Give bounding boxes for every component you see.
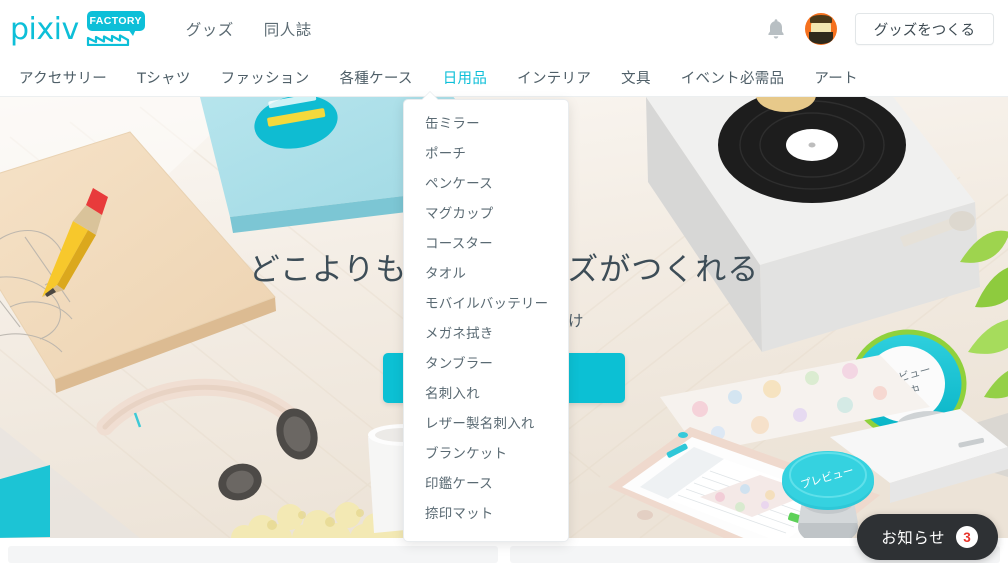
notice-pill[interactable]: お知らせ 3 — [857, 514, 998, 560]
dropdown-item-pen-case[interactable]: ペンケース — [404, 169, 568, 199]
page-root: pixiv FACTORY グッズ 同人誌 グッズをつくる アクセサリー Tシャ… — [0, 0, 1008, 563]
dropdown-item-mug-cup[interactable]: マグカップ — [404, 199, 568, 229]
notice-count-badge: 3 — [956, 526, 978, 548]
header-nav-goods[interactable]: グッズ — [186, 18, 234, 40]
dropdown-item-pouch[interactable]: ポーチ — [404, 139, 568, 169]
category-interior[interactable]: インテリア — [502, 67, 606, 88]
factory-building-icon — [86, 34, 129, 46]
dropdown-item-tumbler[interactable]: タンブラー — [404, 349, 568, 379]
site-header: pixiv FACTORY グッズ 同人誌 グッズをつくる — [0, 0, 1008, 58]
category-daily-goods[interactable]: 日用品 — [428, 67, 502, 88]
avatar[interactable] — [804, 13, 837, 45]
category-art[interactable]: アート — [799, 67, 873, 88]
category-nav: アクセサリー Tシャツ ファッション 各種ケース 日用品 インテリア 文具 イベ… — [0, 58, 1008, 97]
dropdown-item-towel[interactable]: タオル — [404, 259, 568, 289]
notice-label: お知らせ — [881, 529, 945, 547]
category-event-goods[interactable]: イベント必需品 — [666, 67, 800, 88]
dropdown-item-blanket[interactable]: ブランケット — [404, 439, 568, 469]
dropdown-item-coaster[interactable]: コースター — [404, 229, 568, 259]
dropdown-item-stamp-case[interactable]: 印鑑ケース — [404, 469, 568, 499]
dropdown-item-can-mirror[interactable]: 缶ミラー — [404, 109, 568, 139]
category-fashion[interactable]: ファッション — [206, 67, 325, 88]
dropdown-item-card-case[interactable]: 名刺入れ — [404, 379, 568, 409]
category-accessory[interactable]: アクセサリー — [4, 67, 122, 88]
logo-factory-badge: FACTORY — [86, 11, 148, 47]
avatar-hair — [809, 15, 832, 23]
category-dropdown: 缶ミラー ポーチ ペンケース マグカップ コースター タオル モバイルバッテリー… — [403, 91, 569, 542]
content-card[interactable] — [8, 546, 498, 563]
bell-icon[interactable] — [765, 17, 787, 41]
category-tshirt[interactable]: Tシャツ — [122, 67, 206, 88]
header-nav-doujinshi[interactable]: 同人誌 — [264, 18, 312, 40]
avatar-base — [808, 32, 833, 44]
logo-pixiv-text: pixiv — [10, 12, 79, 47]
category-cases[interactable]: 各種ケース — [324, 67, 427, 88]
logo[interactable]: pixiv FACTORY — [10, 9, 148, 49]
header-nav: グッズ 同人誌 — [186, 18, 312, 40]
dropdown-item-leather-card-case[interactable]: レザー製名刺入れ — [404, 409, 568, 439]
dropdown-item-stamp-mat[interactable]: 捺印マット — [404, 499, 568, 529]
dropdown-item-glasses-cloth[interactable]: メガネ拭き — [404, 319, 568, 349]
header-actions: グッズをつくる — [765, 13, 994, 45]
logo-factory-label: FACTORY — [86, 11, 145, 36]
category-stationery[interactable]: 文具 — [606, 67, 666, 88]
category-nav-list: アクセサリー Tシャツ ファッション 各種ケース 日用品 インテリア 文具 イベ… — [0, 67, 873, 88]
dropdown-item-mobile-battery[interactable]: モバイルバッテリー — [404, 289, 568, 319]
create-goods-button[interactable]: グッズをつくる — [854, 13, 994, 45]
